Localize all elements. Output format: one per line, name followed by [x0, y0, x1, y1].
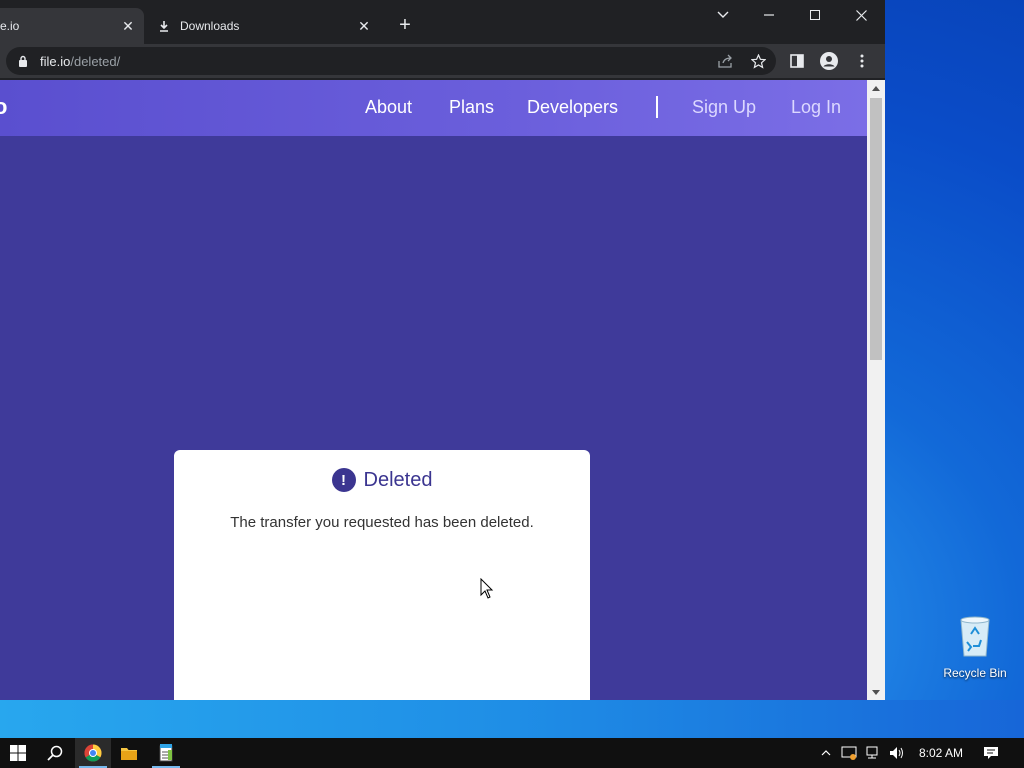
recycle-bin-icon [955, 612, 995, 658]
tab-search-icon[interactable] [700, 0, 746, 30]
browser-toolbar: file.io/deleted/ [0, 44, 885, 78]
address-bar[interactable]: file.io/deleted/ [6, 47, 776, 75]
start-icon[interactable] [0, 738, 36, 768]
notepad-icon[interactable] [148, 738, 184, 768]
card-message: The transfer you requested has been dele… [230, 514, 534, 531]
tab-close-icon[interactable]: ✕ [118, 16, 138, 36]
url-text: file.io/deleted/ [40, 54, 120, 69]
tab-fileio[interactable]: e.io ✕ [0, 8, 144, 44]
taskbar: 8:02 AM [0, 738, 1024, 768]
lock-icon[interactable] [16, 55, 30, 67]
site-logo[interactable]: o [0, 94, 7, 120]
browser-window: e.io ✕ Downloads ✕ + file.io/deleted/ o … [0, 0, 885, 700]
scroll-up-arrow-icon[interactable] [867, 80, 885, 96]
page-viewport: o About Plans Developers Sign Up Log In … [0, 80, 867, 700]
tab-title: Downloads [180, 19, 240, 33]
system-clock[interactable]: 8:02 AM [912, 738, 970, 768]
recycle-bin-label: Recycle Bin [943, 666, 1007, 680]
nav-divider [656, 96, 658, 118]
url-path: /deleted/ [70, 53, 121, 69]
maximize-icon[interactable] [792, 0, 838, 30]
card-title: Deleted [363, 468, 433, 491]
download-icon [156, 18, 172, 34]
new-tab-button[interactable]: + [393, 13, 417, 37]
minimize-icon[interactable] [746, 0, 792, 30]
deleted-card: ! Deleted The transfer you requested has… [174, 450, 590, 700]
side-panel-icon[interactable] [786, 50, 808, 72]
nav-log-in[interactable]: Log In [791, 97, 841, 118]
scroll-thumb[interactable] [870, 98, 882, 360]
tab-downloads[interactable]: Downloads ✕ [148, 8, 380, 44]
alert-icon: ! [331, 468, 356, 492]
nav-developers[interactable]: Developers [527, 97, 618, 118]
nav-about[interactable]: About [365, 97, 412, 118]
star-icon[interactable] [747, 50, 769, 72]
nav-plans[interactable]: Plans [449, 97, 494, 118]
search-icon[interactable] [37, 738, 73, 768]
network-icon[interactable] [862, 738, 884, 768]
page-scrollbar[interactable] [867, 80, 885, 700]
wallpaper-streak [0, 700, 1024, 738]
show-hidden-icons-icon[interactable] [815, 738, 837, 768]
recycle-bin[interactable]: Recycle Bin [940, 612, 1010, 680]
site-navbar: o About Plans Developers Sign Up Log In [0, 80, 867, 136]
mouse-pointer-icon [480, 577, 494, 605]
action-center-icon[interactable] [980, 738, 1002, 768]
chrome-icon[interactable] [75, 738, 111, 768]
scroll-down-arrow-icon[interactable] [867, 684, 885, 700]
volume-icon[interactable] [886, 738, 908, 768]
kebab-menu-icon[interactable] [851, 50, 873, 72]
tab-close-icon[interactable]: ✕ [354, 16, 374, 36]
url-domain: file.io [40, 53, 71, 69]
profile-icon[interactable] [818, 50, 840, 72]
card-header: ! Deleted [174, 468, 590, 492]
tab-title: e.io [0, 19, 20, 33]
tab-strip: e.io ✕ Downloads ✕ + [0, 0, 885, 44]
close-window-icon[interactable] [838, 0, 884, 30]
share-icon[interactable] [715, 50, 737, 72]
nav-sign-up[interactable]: Sign Up [692, 97, 756, 118]
file-explorer-icon[interactable] [111, 738, 147, 768]
security-icon[interactable] [838, 738, 860, 768]
